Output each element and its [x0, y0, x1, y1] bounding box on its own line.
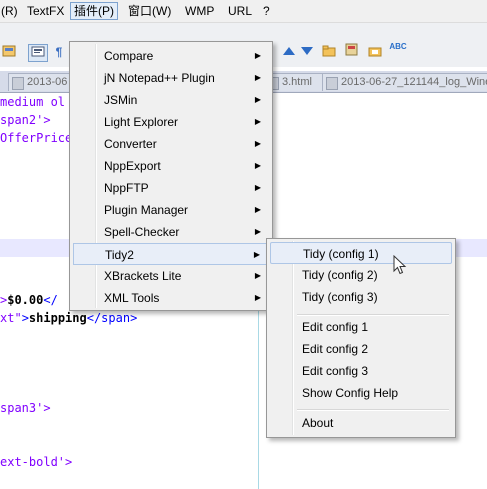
- submenu-arrow-icon: ▶: [254, 139, 261, 148]
- menu-item-label: XBrackets Lite: [104, 269, 182, 283]
- tab-label: 2013-06-27_121144_log_Wine: [341, 76, 487, 88]
- spellcheck-icon[interactable]: ABC: [388, 40, 408, 54]
- menu-item-jsmin[interactable]: JSMin ▶: [73, 89, 269, 111]
- menu-item-tidy2[interactable]: Tidy2 ▶: [73, 243, 269, 265]
- menu-item-light-explorer[interactable]: Light Explorer ▶: [73, 111, 269, 133]
- about-item[interactable]: About: [270, 412, 452, 434]
- submenu-arrow-icon: ▶: [254, 205, 261, 214]
- tidy-config-1-item[interactable]: Tidy (config 1): [270, 242, 452, 264]
- menu-separator: [297, 409, 449, 411]
- menu-item-xbrackets-lite[interactable]: XBrackets Lite ▶: [73, 265, 269, 287]
- menu-item-nppexport[interactable]: NppExport ▶: [73, 155, 269, 177]
- submenu-arrow-icon: ▶: [254, 117, 261, 126]
- submenu-arrow-icon: ▶: [254, 95, 261, 104]
- submenu-arrow-icon: ▶: [254, 183, 261, 192]
- find-prev-icon[interactable]: [282, 45, 296, 59]
- submenu-arrow-icon: ▶: [254, 161, 261, 170]
- menu-item-label: Tidy (config 3): [302, 290, 378, 304]
- menu-help[interactable]: ?: [260, 3, 273, 19]
- submenu-arrow-icon: ▶: [253, 250, 260, 259]
- tidy-config-3-item[interactable]: Tidy (config 3): [270, 286, 452, 308]
- code-token: >: [21, 311, 29, 325]
- code-line: ext-bold'>: [0, 453, 72, 471]
- menu-item-label: NppExport: [104, 159, 161, 173]
- menu-item-label: jN Notepad++ Plugin: [104, 71, 215, 85]
- tab-file-3[interactable]: 2013-06-27_121144_log_Wine: [322, 73, 487, 91]
- paragraph-icon[interactable]: ¶: [52, 45, 66, 59]
- menu-item-label: Edit config 2: [302, 342, 369, 356]
- menu-window[interactable]: 窗口(W): [125, 3, 174, 19]
- tab-label: 2013-06: [27, 76, 68, 88]
- menu-item-label: Converter: [104, 137, 157, 151]
- menu-item-spell-checker[interactable]: Spell-Checker ▶: [73, 221, 269, 243]
- menu-item-label: XML Tools: [104, 291, 160, 305]
- menu-item-label: Plugin Manager: [104, 203, 189, 217]
- edit-config-1-item[interactable]: Edit config 1: [270, 316, 452, 338]
- code-token: span3'>: [0, 401, 51, 415]
- code-token: shipping: [28, 311, 87, 325]
- file-icon: [326, 77, 338, 90]
- edit-config-2-item[interactable]: Edit config 2: [270, 338, 452, 360]
- menu-url[interactable]: URL: [225, 3, 255, 19]
- folder-icon[interactable]: [322, 44, 336, 58]
- submenu-arrow-icon: ▶: [254, 73, 261, 82]
- menu-item-label: Tidy (config 2): [302, 268, 378, 282]
- menu-textfx[interactable]: TextFX: [24, 3, 67, 19]
- menu-item-label: Compare: [104, 49, 154, 63]
- find-next-icon[interactable]: [300, 45, 314, 59]
- open-folder-icon[interactable]: [368, 44, 382, 58]
- menu-item-jn-notepad-plugin[interactable]: jN Notepad++ Plugin ▶: [73, 67, 269, 89]
- menu-item-xml-tools[interactable]: XML Tools ▶: [73, 287, 269, 309]
- code-token: span2'>: [0, 113, 51, 127]
- code-line: >$0.00</: [0, 291, 58, 309]
- code-token: $0.00: [7, 293, 44, 307]
- menu-item-label: NppFTP: [104, 181, 149, 195]
- code-line: span2'>: [0, 111, 51, 129]
- menu-run[interactable]: (R): [0, 3, 21, 19]
- tidy2-submenu: Tidy (config 1) Tidy (config 2) Tidy (co…: [266, 238, 456, 438]
- menu-item-converter[interactable]: Converter ▶: [73, 133, 269, 155]
- code-token: xt": [0, 311, 22, 325]
- code-line: span3'>: [0, 399, 51, 417]
- code-token: ext-bold'>: [0, 455, 73, 469]
- code-token: </span>: [86, 311, 138, 325]
- code-token: OfferPrice: [0, 131, 73, 145]
- submenu-arrow-icon: ▶: [254, 293, 261, 302]
- tab-label: 3.html: [282, 76, 312, 88]
- save-icon[interactable]: [345, 42, 359, 56]
- menu-item-label: Light Explorer: [104, 115, 179, 129]
- print-icon[interactable]: [28, 44, 48, 62]
- file-icon: [12, 77, 24, 90]
- menu-item-label: Edit config 1: [302, 320, 369, 334]
- code-token: medium ol: [0, 95, 66, 109]
- plugins-menu: Compare ▶ jN Notepad++ Plugin ▶ JSMin ▶ Light …: [69, 41, 273, 311]
- edit-config-3-item[interactable]: Edit config 3: [270, 360, 452, 382]
- menu-plugins[interactable]: 插件(P): [70, 2, 118, 20]
- code-line: xt">shipping</span>: [0, 309, 137, 327]
- menu-item-label: JSMin: [104, 93, 138, 107]
- submenu-arrow-icon: ▶: [254, 227, 261, 236]
- menu-item-nppftp[interactable]: NppFTP ▶: [73, 177, 269, 199]
- code-token: </: [43, 293, 58, 307]
- menu-item-label: About: [302, 416, 334, 430]
- show-config-help-item[interactable]: Show Config Help: [270, 382, 452, 404]
- submenu-arrow-icon: ▶: [254, 51, 261, 60]
- menu-item-label: Edit config 3: [302, 364, 369, 378]
- menu-item-label: Show Config Help: [302, 386, 399, 400]
- code-line: OfferPrice: [0, 129, 72, 147]
- mouse-cursor-icon: [393, 255, 407, 275]
- code-line: medium ol: [0, 93, 65, 111]
- menu-item-label: Tidy2: [105, 248, 134, 262]
- menu-wmp[interactable]: WMP: [182, 3, 217, 19]
- menu-item-label: Spell-Checker: [104, 225, 180, 239]
- save-all-icon[interactable]: [2, 44, 16, 58]
- menu-bar: (R) TextFX 插件(P) 窗口(W) WMP URL ?: [0, 0, 487, 23]
- tidy-config-2-item[interactable]: Tidy (config 2): [270, 264, 452, 286]
- menu-item-compare[interactable]: Compare ▶: [73, 45, 269, 67]
- submenu-arrow-icon: ▶: [254, 271, 261, 280]
- menu-item-plugin-manager[interactable]: Plugin Manager ▶: [73, 199, 269, 221]
- menu-item-label: Tidy (config 1): [303, 247, 379, 261]
